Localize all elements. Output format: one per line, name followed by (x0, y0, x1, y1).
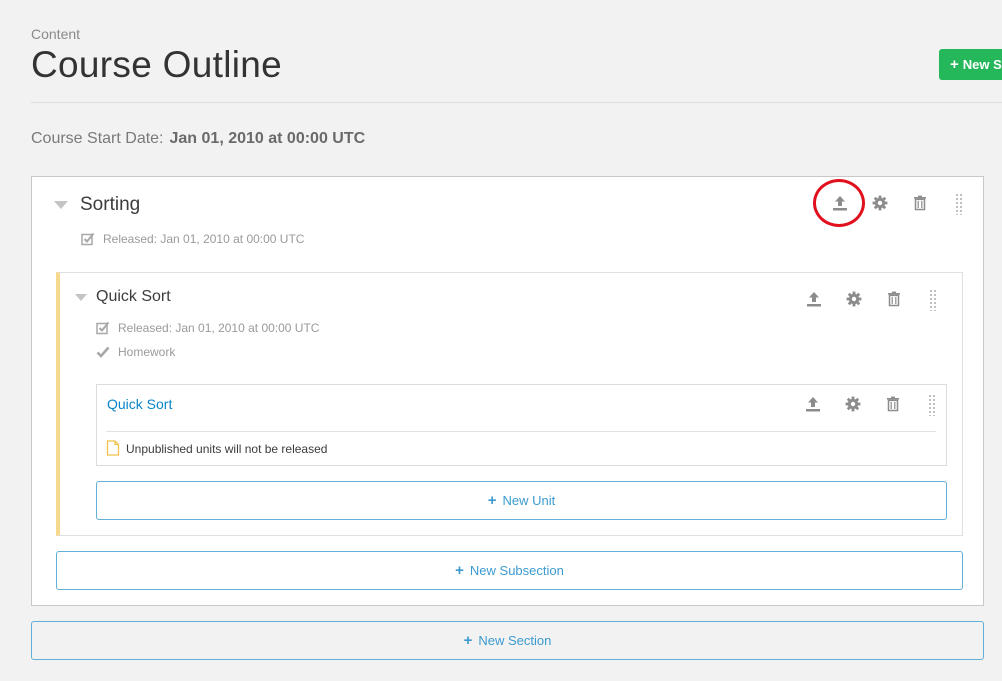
subsection-grading-type: Homework (96, 345, 175, 359)
unit-settings-gear-icon[interactable] (843, 394, 863, 414)
plus-icon: + (455, 562, 464, 579)
section-release-status: Released: Jan 01, 2010 at 00:00 UTC (81, 232, 304, 246)
checkbox-checked-icon (81, 232, 95, 246)
new-section-bottom-button[interactable]: + New Section (31, 621, 984, 660)
course-start-date-label: Course Start Date: (31, 130, 164, 147)
subsection-grading-text: Homework (118, 345, 176, 359)
new-section-bottom-label: New Section (478, 633, 552, 648)
unit-delete-trash-icon[interactable] (883, 394, 903, 414)
unit-drag-handle-icon[interactable] (928, 394, 936, 416)
section-collapse-caret-icon[interactable] (54, 201, 68, 209)
new-subsection-button[interactable]: + New Subsection (56, 551, 963, 590)
subsection-release-text: Released: Jan 01, 2010 at 00:00 UTC (118, 321, 320, 335)
new-section-button[interactable]: +New Se (939, 49, 1002, 80)
course-start-date: Course Start Date: Jan 01, 2010 at 00:00 … (31, 130, 365, 148)
plus-icon: + (487, 492, 497, 509)
new-unit-button[interactable]: + New Unit (96, 481, 947, 520)
plus-icon: + (463, 632, 473, 649)
subsection-settings-gear-icon[interactable] (844, 289, 864, 309)
section-drag-handle-icon[interactable] (955, 193, 963, 215)
section-title[interactable]: Sorting (80, 194, 140, 216)
subsection-release-status: Released: Jan 01, 2010 at 00:00 UTC (96, 321, 319, 335)
section-delete-trash-icon[interactable] (910, 193, 930, 213)
checkbox-checked-icon (96, 321, 110, 335)
new-section-button-label: New Se (962, 57, 1002, 72)
subsection-publish-upload-icon[interactable] (804, 289, 824, 309)
checkmark-icon (96, 345, 110, 359)
breadcrumb: Content (31, 26, 81, 42)
new-unit-label: New Unit (502, 493, 556, 508)
section-settings-gear-icon[interactable] (870, 193, 890, 213)
section-release-text: Released: Jan 01, 2010 at 00:00 UTC (103, 232, 305, 246)
unit-title-link[interactable]: Quick Sort (107, 396, 172, 412)
annotation-circle (813, 179, 865, 227)
unit-divider (106, 431, 936, 432)
subsection-delete-trash-icon[interactable] (884, 289, 904, 309)
subsection-drag-handle-icon[interactable] (929, 289, 937, 311)
subsection-collapse-caret-icon[interactable] (75, 294, 87, 301)
new-subsection-label: New Subsection (469, 563, 564, 578)
unit-unpublished-note: Unpublished units will not be released (106, 440, 327, 456)
page-title: Course Outline (31, 44, 282, 85)
plus-icon: + (950, 56, 959, 73)
header-divider (31, 102, 1002, 103)
unit-publish-upload-icon[interactable] (803, 394, 823, 414)
document-icon (106, 440, 120, 456)
course-start-date-value: Jan 01, 2010 at 00:00 UTC (169, 130, 366, 147)
unit-note-text: Unpublished units will not be released (126, 442, 328, 456)
subsection-title[interactable]: Quick Sort (96, 288, 171, 306)
